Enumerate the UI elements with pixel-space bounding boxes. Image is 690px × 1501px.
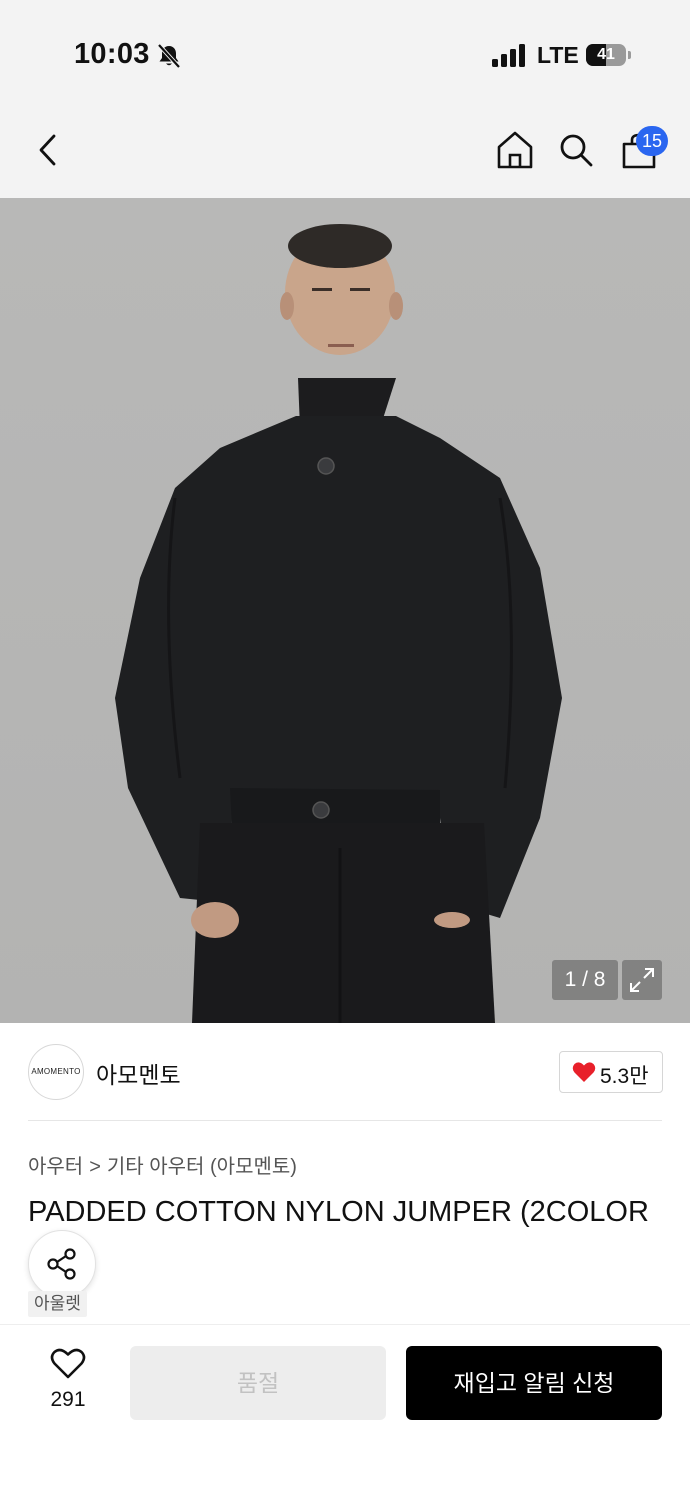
- home-icon[interactable]: [496, 130, 534, 170]
- bell-slash-icon: [157, 43, 181, 69]
- soldout-button[interactable]: 품절: [130, 1346, 386, 1420]
- divider: [28, 1120, 662, 1121]
- restock-alert-button[interactable]: 재입고 알림 신청: [406, 1346, 662, 1420]
- image-page-counter: 1 / 8: [552, 960, 618, 1000]
- product-photo: [115, 224, 562, 1023]
- breadcrumb-category[interactable]: 아우터: [28, 1156, 83, 1178]
- product-title: PADDED COTTON NYLON JUMPER (2COLOR: [28, 1196, 649, 1228]
- product-image-gallery[interactable]: [0, 198, 690, 1023]
- share-icon: [47, 1248, 76, 1280]
- outlet-tag: 아울렛: [28, 1291, 87, 1317]
- back-arrow-icon[interactable]: [34, 132, 62, 168]
- status-bar: 10:03 LTE 41: [0, 0, 690, 100]
- heart-filled-icon: [572, 1062, 596, 1082]
- brand-logo[interactable]: AMOMENTO: [28, 1044, 84, 1100]
- wishlist-count: 291: [50, 1388, 86, 1411]
- battery-tip: [628, 51, 631, 59]
- expand-arrows-icon: [630, 968, 654, 992]
- signal-bars-icon: [492, 44, 525, 67]
- battery-level: 41: [597, 46, 615, 63]
- brand-like-button[interactable]: 5.3만: [559, 1051, 663, 1093]
- brand-name[interactable]: 아모멘토: [96, 1056, 181, 1090]
- breadcrumb-subcategory[interactable]: 기타 아우터 (아모멘토): [107, 1156, 297, 1178]
- network-type: LTE: [537, 42, 579, 68]
- battery-icon: 41: [586, 44, 626, 66]
- top-nav-bar: [0, 100, 690, 198]
- brand-like-count: 5.3만: [600, 1065, 649, 1088]
- breadcrumb-separator: >: [89, 1156, 101, 1178]
- cart-count-badge[interactable]: 15: [636, 126, 668, 156]
- share-button[interactable]: [28, 1230, 96, 1298]
- status-time: 10:03: [74, 38, 150, 70]
- wishlist-heart-icon[interactable]: [50, 1348, 86, 1380]
- search-icon[interactable]: [558, 132, 594, 168]
- expand-image-button[interactable]: [622, 960, 662, 1000]
- breadcrumb: 아우터 > 기타 아우터 (아모멘토): [28, 1150, 297, 1179]
